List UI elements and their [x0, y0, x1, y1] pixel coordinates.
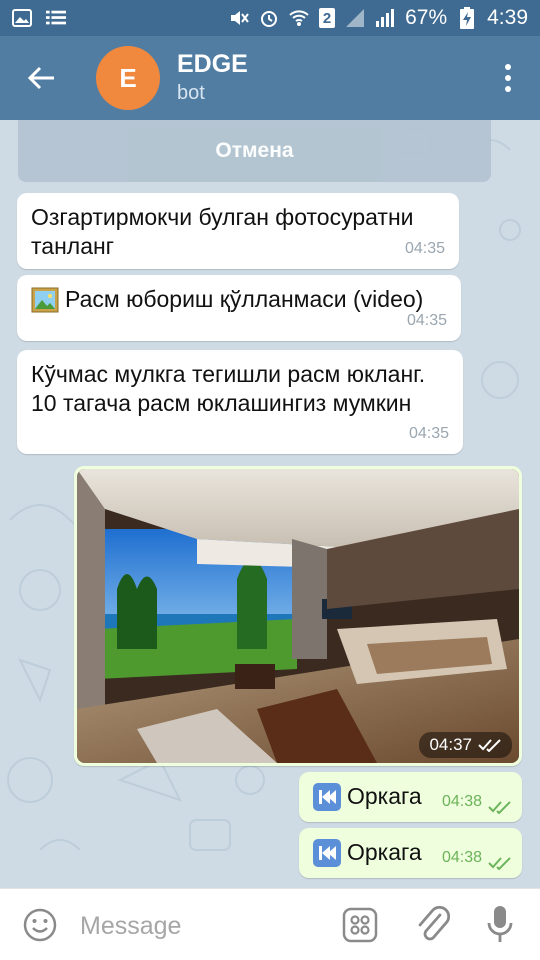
alarm-icon — [259, 8, 279, 28]
voice-record-button[interactable] — [484, 903, 516, 947]
signal-weak-icon — [345, 8, 365, 28]
message-text: Оркага — [347, 839, 422, 865]
cancel-label: Отмена — [215, 139, 294, 162]
double-check-icon — [478, 739, 501, 752]
cancel-button[interactable]: Отмена — [18, 120, 491, 182]
message-composer — [0, 888, 540, 960]
image-notification-icon — [12, 8, 32, 28]
message-input[interactable] — [78, 905, 322, 947]
interior-photo — [77, 469, 519, 763]
double-check-icon — [488, 801, 511, 814]
incoming-message: Озгартирмокчи булган фотосуратни танланг… — [17, 193, 459, 269]
double-check-icon — [488, 857, 511, 870]
signal-icon — [375, 8, 395, 28]
battery-charging-icon — [457, 7, 477, 29]
message-time: 04:35 — [408, 425, 449, 442]
photo-timestamp: 04:37 — [419, 732, 512, 758]
list-notification-icon — [46, 8, 66, 28]
message-text: Кўчмас мулкга тегишли расм юкланг. 10 та… — [31, 361, 426, 416]
outgoing-photo-message[interactable]: 04:37 — [74, 466, 522, 766]
wifi-icon — [289, 8, 309, 28]
keyboard-grid-icon — [342, 907, 378, 943]
rewind-icon — [313, 838, 341, 867]
rewind-icon — [313, 782, 341, 811]
outgoing-message: Оркага 04:38 — [299, 772, 522, 822]
incoming-message: Кўчмас мулкга тегишли расм юкланг. 10 та… — [17, 350, 463, 454]
more-menu-button[interactable] — [496, 60, 520, 96]
arrow-left-icon — [28, 66, 54, 90]
chat-header: E EDGE bot — [0, 36, 540, 120]
paperclip-icon — [418, 905, 451, 941]
avatar-letter: E — [119, 62, 137, 93]
message-time: 04:37 — [429, 735, 472, 754]
smiley-icon — [23, 908, 57, 942]
menu-dot — [505, 86, 511, 92]
message-time: 04:38 — [441, 849, 482, 866]
incoming-message[interactable]: Расм юбориш қўлланмаси (video) 04:35 — [17, 275, 461, 341]
chat-title[interactable]: EDGE — [177, 50, 248, 79]
message-time: 04:35 — [406, 312, 447, 329]
mute-icon — [229, 8, 249, 28]
avatar[interactable]: E — [96, 46, 160, 110]
chat-area[interactable]: Отмена Озгартирмокчи булган фотосуратни … — [0, 120, 540, 888]
emoji-button[interactable] — [22, 907, 58, 943]
sim-icon: 2 — [319, 8, 336, 28]
bot-keyboard-button[interactable] — [342, 907, 378, 943]
message-text: Расм юбориш қўлланмаси (video) — [65, 286, 424, 312]
framed-picture-icon — [31, 287, 59, 313]
microphone-icon — [487, 906, 513, 942]
back-button[interactable] — [22, 58, 62, 98]
menu-dot — [505, 64, 511, 70]
message-text: Озгартирмокчи булган фотосуратни танланг — [31, 204, 414, 259]
clock: 4:39 — [487, 6, 528, 29]
chat-subtitle: bot — [177, 82, 205, 104]
battery-percent: 67% — [405, 6, 448, 29]
status-bar: 2 67% 4:39 — [0, 0, 540, 36]
outgoing-message: Оркага 04:38 — [299, 828, 522, 878]
menu-dot — [505, 75, 511, 81]
message-text: Оркага — [347, 783, 422, 809]
attach-button[interactable] — [414, 905, 451, 945]
message-time: 04:35 — [404, 240, 445, 257]
message-time: 04:38 — [441, 793, 482, 810]
